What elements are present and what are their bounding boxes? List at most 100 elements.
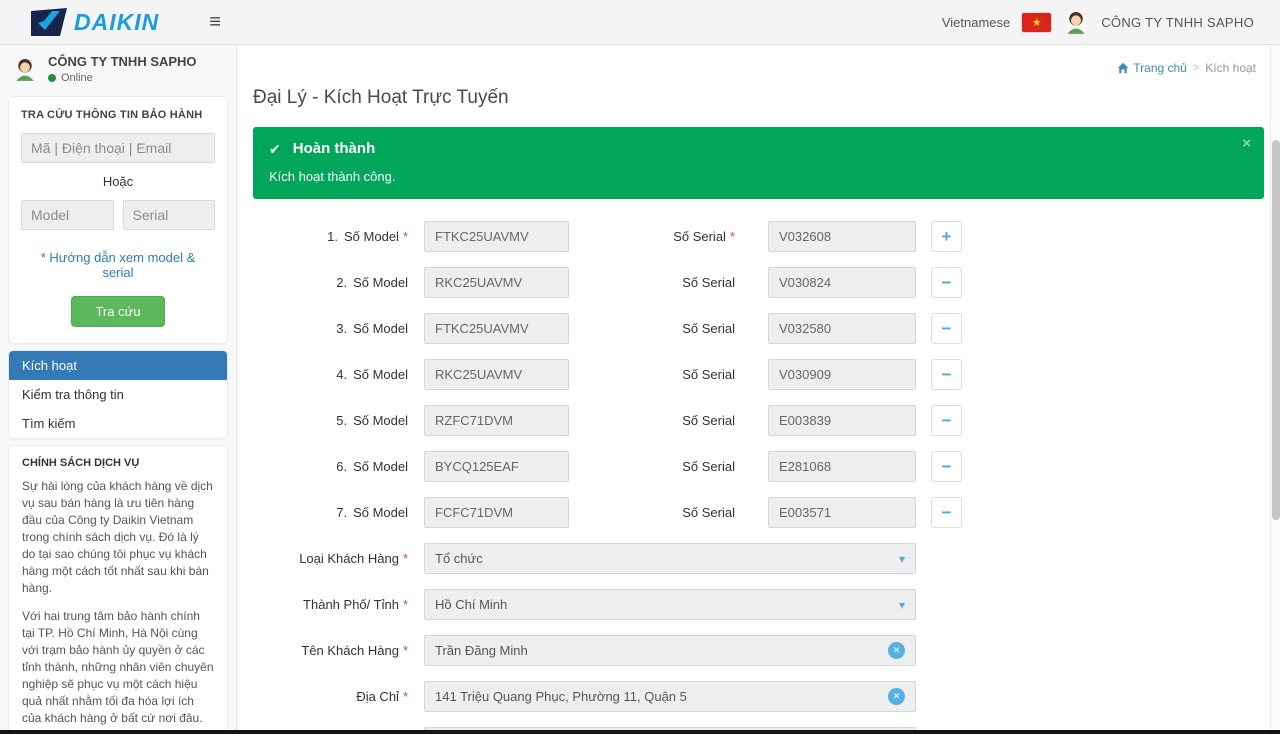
model-input[interactable] [424, 221, 569, 252]
model-input[interactable] [424, 451, 569, 482]
row-number: 4. [336, 367, 347, 382]
alert-title: Hoàn thành [293, 139, 376, 159]
device-row: 1. Số Model *Số Serial * + [253, 221, 1264, 252]
field-input[interactable]: Trần Đăng Minh✕ [424, 635, 916, 666]
plus-icon: + [942, 228, 952, 245]
remove-row-button[interactable]: − [931, 497, 962, 528]
breadcrumb-home-link[interactable]: Trang chủ [1117, 61, 1187, 75]
model-label: 7.Số Model [253, 505, 424, 520]
serial-input[interactable] [768, 451, 916, 482]
model-label-text: Số Model [353, 321, 408, 336]
serial-label-text: Số Serial [682, 459, 735, 474]
page-title: Đại Lý - Kích Hoạt Trực Tuyến [253, 87, 1264, 109]
scrollbar-thumb[interactable] [1272, 140, 1280, 520]
service-policy-panel: CHÍNH SÁCH DỊCH VỤ Sự hài lòng của khách… [8, 445, 228, 734]
serial-search-input[interactable] [123, 200, 216, 230]
daikin-logo-mark [30, 8, 68, 36]
sidebar-nav-item[interactable]: Kiểm tra thông tin [9, 380, 227, 409]
required-asterisk: * [730, 229, 735, 244]
row-number: 3. [336, 321, 347, 336]
minus-icon: − [942, 320, 952, 337]
field-label-text: Loại Khách Hàng [299, 551, 399, 566]
serial-input[interactable] [768, 267, 916, 298]
clear-icon[interactable]: ✕ [888, 688, 905, 705]
row-number: 6. [336, 459, 347, 474]
clear-icon[interactable]: ✕ [888, 642, 905, 659]
customer-field-row: Loại Khách Hàng * Tổ chức▾ [253, 543, 1264, 574]
field-label: Tên Khách Hàng* [253, 643, 424, 658]
daikin-logo[interactable]: DAIKIN [30, 8, 159, 36]
serial-label: Số Serial [569, 459, 768, 474]
model-label-text: Số Model [353, 367, 408, 382]
header-user-name[interactable]: CÔNG TY TNHH SAPHO [1101, 15, 1254, 30]
top-right-controls: Vietnamese ★ CÔNG TY TNHH SAPHO [942, 9, 1280, 35]
model-input[interactable] [424, 359, 569, 390]
serial-input[interactable] [768, 359, 916, 390]
serial-label: Số Serial [569, 275, 768, 290]
serial-label-text: Số Serial [673, 229, 726, 244]
home-icon [1117, 62, 1129, 74]
minus-icon: − [942, 366, 952, 383]
serial-label: Số Serial * [569, 229, 768, 244]
field-select[interactable]: Tổ chức▾ [424, 543, 916, 574]
company-status: Online [48, 72, 197, 84]
minus-icon: − [942, 504, 952, 521]
sidebar: CÔNG TY TNHH SAPHO Online TRA CỨU THÔNG … [0, 45, 237, 734]
device-row: 4.Số ModelSố Serial− [253, 359, 1264, 390]
model-input[interactable] [424, 497, 569, 528]
remove-row-button[interactable]: − [931, 405, 962, 436]
online-dot-icon [48, 74, 56, 82]
field-label: Địa Chỉ* [253, 689, 424, 704]
field-value: 141 Triệu Quang Phục, Phường 11, Quận 5 [435, 689, 888, 704]
minus-icon: − [942, 458, 952, 475]
breadcrumb-separator: > [1193, 62, 1199, 74]
field-value: Tổ chức [435, 551, 899, 566]
remove-row-button[interactable]: − [931, 451, 962, 482]
model-input[interactable] [424, 313, 569, 344]
model-label-text: Số Model [353, 505, 408, 520]
scrollbar-track[interactable] [1270, 45, 1280, 734]
field-select[interactable]: Hồ Chí Minh▾ [424, 589, 916, 620]
language-label[interactable]: Vietnamese [942, 15, 1010, 30]
sidebar-nav-item[interactable]: Kích hoạt [9, 351, 227, 380]
model-label: 2.Số Model [253, 275, 424, 290]
user-avatar[interactable] [1063, 9, 1089, 35]
page-layout: CÔNG TY TNHH SAPHO Online TRA CỨU THÔNG … [0, 45, 1280, 734]
keyword-input[interactable] [21, 133, 215, 163]
customer-field-row: Tên Khách Hàng*Trần Đăng Minh✕ [253, 635, 1264, 666]
remove-row-button[interactable]: − [931, 267, 962, 298]
serial-input[interactable] [768, 221, 916, 252]
serial-input[interactable] [768, 497, 916, 528]
row-number: 1. [327, 229, 338, 244]
activation-form: 1. Số Model * Số Serial * +2.Số Model Số Seria… [253, 221, 1264, 734]
sidebar-nav-item[interactable]: Tìm kiếm [9, 409, 227, 438]
alert-close-icon[interactable]: × [1242, 136, 1251, 151]
model-serial-help-link[interactable]: * Hướng dẫn xem model & serial [25, 250, 211, 280]
lookup-button[interactable]: Tra cứu [71, 296, 164, 327]
device-row: 5.Số ModelSố Serial− [253, 405, 1264, 436]
serial-input[interactable] [768, 405, 916, 436]
model-label-text: Số Model [353, 413, 408, 428]
minus-icon: − [942, 274, 952, 291]
remove-row-button[interactable]: − [931, 359, 962, 390]
check-icon: ✔ [269, 139, 281, 159]
customer-field-row: Thành Phố/ Tỉnh*Hồ Chí Minh▾ [253, 589, 1264, 620]
serial-label-text: Số Serial [682, 275, 735, 290]
model-input[interactable] [424, 267, 569, 298]
remove-row-button[interactable]: − [931, 313, 962, 344]
menu-icon[interactable]: ≡ [209, 12, 221, 32]
add-row-button[interactable]: + [931, 221, 962, 252]
star-icon: ★ [1032, 16, 1042, 29]
model-input[interactable] [424, 405, 569, 436]
or-label: Hoặc [21, 174, 215, 189]
customer-field-row: Địa Chỉ*141 Triệu Quang Phục, Phường 11,… [253, 681, 1264, 712]
serial-input[interactable] [768, 313, 916, 344]
device-row: 2.Số Model Số Serial − [253, 267, 1264, 298]
model-label-text: Số Model [353, 275, 408, 290]
model-label-text: Số Model [344, 229, 399, 244]
model-search-input[interactable] [21, 200, 114, 230]
required-asterisk: * [403, 551, 408, 566]
field-input[interactable]: 141 Triệu Quang Phục, Phường 11, Quận 5✕ [424, 681, 916, 712]
model-label: 4. Số Model [253, 367, 424, 382]
vietnam-flag-icon[interactable]: ★ [1022, 13, 1051, 32]
